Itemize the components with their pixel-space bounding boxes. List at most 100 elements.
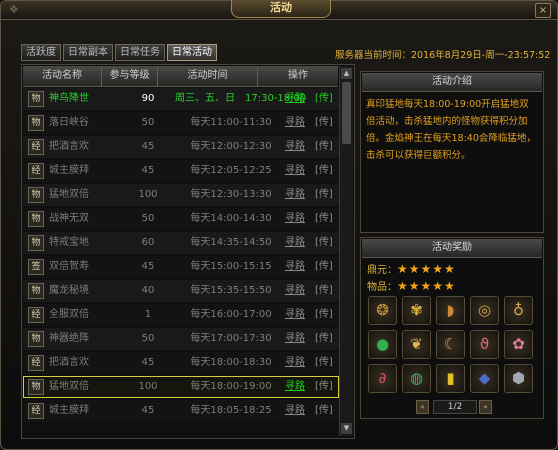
- pathfind-link[interactable]: 寻路: [285, 376, 311, 398]
- activity-type-icon: 物: [28, 115, 44, 131]
- teleport-link[interactable]: [传]: [315, 400, 337, 422]
- table-row[interactable]: 经城主膜拜 45 每天18:05-18:25 寻路 [传]: [23, 400, 339, 422]
- reward-panel: 活动奖励 鼎元：★★★★★ 物品：★★★★★ ❂ ✾ ◗ ◎ ♁ ● ❦ ☾ ϑ ✿ ∂ ◍ ▮ ◆ ⬢ «…: [360, 237, 544, 419]
- pathfind-link[interactable]: 寻路: [285, 256, 311, 278]
- teleport-link[interactable]: [传]: [315, 208, 337, 230]
- table-row[interactable]: 经把酒言欢 45 每天12:00-12:30 寻路 [传]: [23, 136, 339, 158]
- next-page-button[interactable]: »: [479, 400, 492, 414]
- activity-time: 每天18:05-18:25: [190, 405, 272, 416]
- table-row[interactable]: 物猛地双倍 100 每天18:00-19:00 寻路 [传]: [23, 376, 339, 398]
- table-row[interactable]: 物神器绝阵 50 每天17:00-17:30 寻路 [传]: [23, 328, 339, 350]
- activity-type-icon: 经: [28, 307, 44, 323]
- activity-name: 落日峡谷: [49, 117, 89, 128]
- teleport-link[interactable]: [传]: [315, 160, 337, 182]
- rating-items: 物品：★★★★★: [367, 279, 456, 293]
- teleport-link[interactable]: [传]: [315, 376, 337, 398]
- activity-name: 魔龙秘境: [49, 285, 89, 296]
- tab-daily-quest[interactable]: 日常任务: [115, 44, 165, 61]
- table-row[interactable]: 经把酒言欢 45 每天18:00-18:30 寻路 [传]: [23, 352, 339, 374]
- tab-activity-points[interactable]: 活跃度: [21, 44, 61, 61]
- teleport-link[interactable]: [传]: [315, 304, 337, 326]
- activity-time: 每天15:35-15:50: [190, 285, 272, 296]
- silver-ore-icon[interactable]: ⬢: [504, 364, 533, 393]
- teleport-link[interactable]: [传]: [315, 136, 337, 158]
- activity-type-icon: 物: [28, 235, 44, 251]
- gold-ingot-icon[interactable]: ▮: [436, 364, 465, 393]
- activity-level: 45: [141, 165, 155, 176]
- activity-time: 每天16:00-17:00: [190, 309, 272, 320]
- teleport-link[interactable]: [传]: [315, 232, 337, 254]
- pathfind-link[interactable]: 寻路: [285, 400, 311, 422]
- table-row[interactable]: 物猛地双倍 100 每天12:30-13:30 寻路 [传]: [23, 184, 339, 206]
- crescent-icon[interactable]: ☾: [436, 330, 465, 359]
- teleport-link[interactable]: [传]: [315, 88, 337, 110]
- bow-icon[interactable]: ◗: [436, 296, 465, 325]
- necklace-icon[interactable]: ♁: [504, 296, 533, 325]
- wing-charm-icon[interactable]: ❦: [402, 330, 431, 359]
- activity-window: ❖ 活动 × 活跃度 日常副本 日常任务 日常活动 服务器当前时间：2016年8…: [0, 0, 558, 450]
- activity-level: 1: [144, 309, 152, 320]
- intro-title: 活动介绍: [362, 73, 542, 92]
- pathfind-link[interactable]: 寻路: [285, 352, 311, 374]
- blue-stone-icon[interactable]: ◆: [470, 364, 499, 393]
- green-orb-icon[interactable]: ●: [368, 330, 397, 359]
- pink-pendant-icon[interactable]: ϑ: [470, 330, 499, 359]
- scroll-thumb[interactable]: [342, 82, 351, 144]
- tab-daily-event[interactable]: 日常活动: [167, 44, 217, 61]
- activity-level: 45: [141, 141, 155, 152]
- table-row[interactable]: 物神鸟降世 90 周三、五、日 17:30-18:00 寻路 [传]: [23, 88, 339, 110]
- server-time: 服务器当前时间：2016年8月29日-周一-23:57:52: [335, 50, 551, 61]
- teleport-link[interactable]: [传]: [315, 280, 337, 302]
- activity-name: 神器绝阵: [49, 333, 89, 344]
- pathfind-link[interactable]: 寻路: [285, 136, 311, 158]
- teleport-link[interactable]: [传]: [315, 256, 337, 278]
- table-row[interactable]: 物魔龙秘境 40 每天15:35-15:50 寻路 [传]: [23, 280, 339, 302]
- scroll-down-button[interactable]: ▼: [341, 423, 352, 434]
- pathfind-link[interactable]: 寻路: [285, 184, 311, 206]
- pathfind-link[interactable]: 寻路: [285, 328, 311, 350]
- pathfind-link[interactable]: 寻路: [285, 208, 311, 230]
- activity-time: 每天14:35-14:50: [190, 237, 272, 248]
- pathfind-link[interactable]: 寻路: [285, 232, 311, 254]
- activity-name: 把酒言欢: [49, 141, 89, 152]
- teleport-link[interactable]: [传]: [315, 112, 337, 134]
- pathfind-link[interactable]: 寻路: [285, 160, 311, 182]
- amulet-icon[interactable]: ❂: [368, 296, 397, 325]
- ring-icon[interactable]: ◎: [470, 296, 499, 325]
- list-scrollbar[interactable]: ▲ ▼: [339, 66, 353, 436]
- table-row[interactable]: 物特戒宝地 60 每天14:35-14:50 寻路 [传]: [23, 232, 339, 254]
- activity-time: 每天14:00-14:30: [190, 213, 272, 224]
- activity-name: 城主膜拜: [49, 165, 89, 176]
- table-row[interactable]: 经城主膜拜 45 每天12:05-12:25 寻路 [传]: [23, 160, 339, 182]
- close-button[interactable]: ×: [535, 3, 551, 18]
- activity-level: 50: [141, 333, 155, 344]
- activity-level: 50: [141, 117, 155, 128]
- pathfind-link[interactable]: 寻路: [285, 88, 311, 110]
- pathfind-link[interactable]: 寻路: [285, 304, 311, 326]
- pink-flower-icon[interactable]: ✿: [504, 330, 533, 359]
- pathfind-link[interactable]: 寻路: [285, 112, 311, 134]
- green-gem-icon[interactable]: ◍: [402, 364, 431, 393]
- activity-type-icon: 经: [28, 139, 44, 155]
- prev-page-button[interactable]: «: [416, 400, 429, 414]
- red-necklace-icon[interactable]: ∂: [368, 364, 397, 393]
- activity-level: 45: [141, 357, 155, 368]
- tab-daily-dungeon[interactable]: 日常副本: [63, 44, 113, 61]
- table-row[interactable]: 经全服双倍 1 每天16:00-17:00 寻路 [传]: [23, 304, 339, 326]
- table-row[interactable]: 物战神无双 50 每天14:00-14:30 寻路 [传]: [23, 208, 339, 230]
- table-row[interactable]: 签双倍贺寿 45 每天15:00-15:15 寻路 [传]: [23, 256, 339, 278]
- activity-time: 每天12:30-13:30: [190, 189, 272, 200]
- table-row[interactable]: 物落日峡谷 50 每天11:00-11:30 寻路 [传]: [23, 112, 339, 134]
- scroll-up-button[interactable]: ▲: [341, 68, 352, 79]
- teleport-link[interactable]: [传]: [315, 184, 337, 206]
- header-time: 活动时间: [158, 66, 258, 86]
- list-header: 活动名称 参与等级 活动时间 操作: [23, 66, 338, 87]
- pathfind-link[interactable]: 寻路: [285, 280, 311, 302]
- activity-level: 40: [141, 285, 155, 296]
- activity-name: 特戒宝地: [49, 237, 89, 248]
- activity-level: 60: [141, 237, 155, 248]
- activity-name: 把酒言欢: [49, 357, 89, 368]
- teleport-link[interactable]: [传]: [315, 352, 337, 374]
- teleport-link[interactable]: [传]: [315, 328, 337, 350]
- gold-wing-icon[interactable]: ✾: [402, 296, 431, 325]
